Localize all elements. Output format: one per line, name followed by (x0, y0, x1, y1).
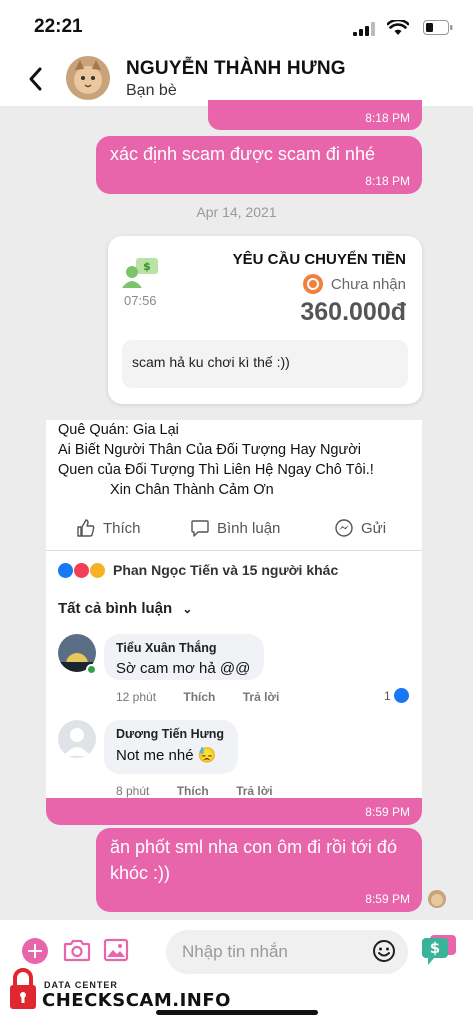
like-reaction-icon (393, 688, 409, 703)
post-line: Quen của Đối Tượng Thì Liên Hệ Ngay Chô … (58, 462, 374, 478)
reactions-summary: Phan Ngọc Tiến và 15 người khác (58, 562, 338, 578)
message-time: 8:59 PM (365, 805, 410, 819)
message-bubble[interactable]: xác định scam được scam đi nhé 8:18 PM (96, 136, 422, 194)
message-time: 8:59 PM (365, 892, 410, 906)
like-label: Thích (103, 519, 141, 537)
message-text: xác định scam được scam đi nhé (110, 144, 375, 164)
status-time: 22:21 (34, 16, 83, 37)
money-transfer-icon: $ (122, 258, 158, 288)
wifi-icon (387, 20, 409, 35)
post-divider (46, 550, 422, 551)
like-count: 1 (384, 688, 391, 703)
image-message[interactable]: Quê Quán: Gia Lại Ai Biết Người Thân Của… (46, 420, 422, 825)
message-bubble[interactable]: ăn phốt sml nha con ôm đi rồi tới đó khó… (96, 828, 422, 912)
emoji-icon[interactable] (372, 939, 396, 963)
contact-relationship: Bạn bè (126, 82, 177, 99)
comment-reply: Trả lời (242, 690, 280, 704)
like-reaction-icon (58, 562, 73, 578)
comment-meta: 12 phút Thích Trả lời (116, 690, 303, 704)
home-indicator (156, 1010, 318, 1015)
comment-meta: 8 phút Thích Trả lời (116, 784, 297, 798)
date-separator: Apr 14, 2021 (196, 204, 277, 220)
comment-text: Sờ cam mơ hả @@ (116, 660, 251, 677)
contact-name: NGUYỄN THÀNH HƯNG (126, 58, 346, 79)
message-time: 8:18 PM (365, 174, 410, 188)
money-transfer-icon[interactable]: $ (420, 934, 460, 968)
pending-clock-icon (302, 274, 323, 294)
camera-icon[interactable] (63, 938, 91, 962)
chevron-down-icon: ⌄ (182, 602, 193, 616)
like-action: Thích (76, 518, 141, 538)
comment-like: Thích (176, 784, 209, 798)
facebook-post-screenshot: Quê Quán: Gia Lại Ai Biết Người Thân Của… (46, 420, 422, 798)
cellular-signal-icon (353, 22, 375, 36)
seen-avatar (428, 890, 446, 908)
chat-header: NGUYỄN THÀNH HƯNG Bạn bè (0, 52, 473, 106)
post-text: Quê Quán: Gia Lại Ai Biết Người Thân Của… (58, 420, 374, 500)
comment-bubble: Dương Tiến Hưng Not me nhé 😓 (104, 720, 238, 774)
all-comments-label: Tất cả bình luận (58, 600, 173, 617)
svg-text:$: $ (430, 939, 440, 957)
thumbs-up-icon (77, 519, 95, 537)
share-action: Gửi (334, 518, 386, 538)
comment-bubble-icon (191, 520, 209, 537)
post-line: Ai Biết Người Thân Của Đối Tượng Hay Ngư… (58, 442, 361, 458)
comment-time: 8 phút (116, 784, 150, 798)
comment-like: Thích (183, 690, 216, 704)
post-line: Xin Chân Thành Cảm Ơn (110, 482, 274, 498)
comment-like-count: 1 (384, 688, 409, 703)
commenter-name: Dương Tiến Hưng (116, 727, 225, 741)
reactions-text: Phan Ngọc Tiến và 15 người khác (113, 562, 339, 578)
message-input-placeholder: Nhập tin nhắn (182, 942, 288, 961)
request-time: 07:56 (124, 293, 157, 308)
money-request-card[interactable]: $ 07:56 YÊU CẦU CHUYỂN TIỀN Chưa nhận 36… (108, 236, 422, 404)
online-indicator (86, 664, 97, 675)
message-text: ăn phốt sml nha con ôm đi rồi tới đó khó… (110, 837, 397, 883)
all-comments-filter: Tất cả bình luận ⌄ (58, 600, 192, 617)
image-icon[interactable] (103, 938, 129, 962)
back-icon[interactable] (24, 64, 48, 94)
messenger-icon (335, 519, 353, 537)
watermark-line2: CHECKSCAM.INFO (42, 990, 231, 1011)
comment-bubble: Tiểu Xuân Thắng Sờ cam mơ hả @@ (104, 634, 264, 680)
request-status: Chưa nhận (302, 274, 406, 294)
comment-text: Not me nhé 😓 (116, 747, 217, 764)
plus-icon[interactable] (22, 938, 48, 964)
comment-time: 12 phút (116, 690, 157, 704)
request-status-text: Chưa nhận (330, 275, 406, 293)
post-actions: Thích Bình luận Gửi (46, 518, 422, 542)
haha-reaction-icon (90, 562, 105, 578)
request-note: scam hả ku chơi kì thế :)) (122, 340, 408, 388)
share-label: Gửi (361, 519, 387, 537)
status-bar: 22:21 (0, 0, 473, 52)
lock-icon (10, 968, 36, 1009)
comment-action: Bình luận (190, 518, 280, 538)
contact-avatar[interactable] (66, 56, 110, 100)
request-title: YÊU CẦU CHUYỂN TIỀN (232, 251, 406, 268)
comment-reply: Trả lời (236, 784, 273, 798)
svg-text:$: $ (143, 260, 151, 273)
message-time: 8:18 PM (365, 111, 410, 125)
request-amount: 360.000đ (300, 298, 406, 326)
watermark-line1: DATA CENTER (44, 980, 118, 990)
commenter-avatar (58, 720, 96, 758)
message-bubble[interactable]: 8:18 PM (208, 100, 422, 130)
comment-label: Bình luận (217, 519, 281, 537)
commenter-name: Tiểu Xuân Thắng (116, 641, 217, 655)
love-reaction-icon (74, 562, 89, 578)
post-line: Quê Quán: Gia Lại (58, 422, 179, 438)
battery-icon (423, 20, 453, 35)
